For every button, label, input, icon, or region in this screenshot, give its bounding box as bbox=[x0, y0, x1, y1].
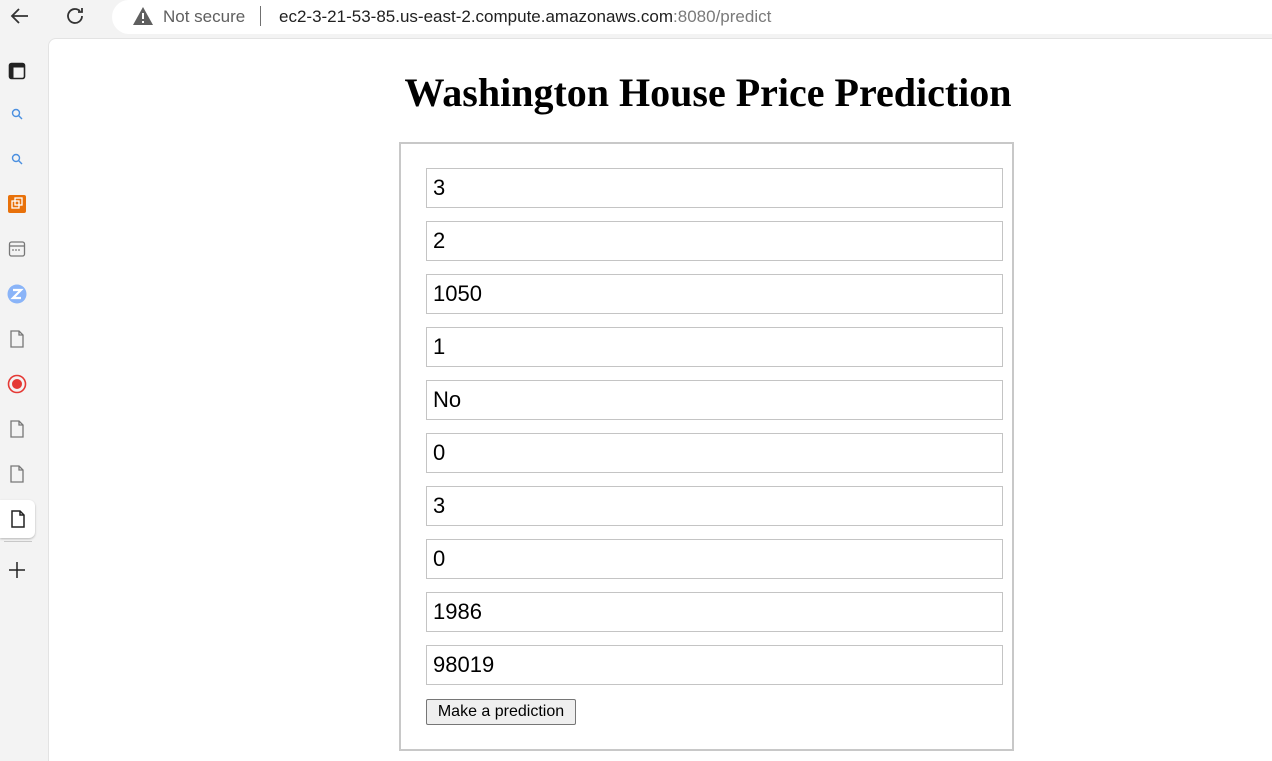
page-icon bbox=[10, 330, 24, 348]
vertical-tabs-sidebar bbox=[0, 38, 48, 761]
back-button[interactable] bbox=[5, 3, 35, 29]
prediction-form: Make a prediction bbox=[399, 142, 1014, 751]
sidebar-divider bbox=[4, 541, 32, 542]
page-title: Washington House Price Prediction bbox=[404, 70, 1012, 115]
sidebar-tab-z-app[interactable] bbox=[0, 275, 34, 313]
sidebar-tab-page-1[interactable] bbox=[0, 320, 34, 358]
record-icon bbox=[7, 374, 27, 394]
url-path: :8080/predict bbox=[673, 7, 772, 26]
page-icon bbox=[10, 510, 25, 528]
input-field-7[interactable] bbox=[426, 486, 1003, 526]
url-text[interactable]: ec2-3-21-53-85.us-east-2.compute.amazona… bbox=[279, 7, 771, 27]
url-host: ec2-3-21-53-85.us-east-2.compute.amazona… bbox=[279, 7, 674, 26]
reload-icon bbox=[67, 8, 83, 24]
sidebar-tab-orange-app[interactable] bbox=[0, 185, 34, 223]
reload-button[interactable] bbox=[60, 3, 90, 29]
page-content: Washington House Price Prediction Make a… bbox=[48, 38, 1272, 761]
plus-icon bbox=[9, 562, 25, 578]
input-field-10[interactable] bbox=[426, 645, 1003, 685]
new-tab-button[interactable] bbox=[0, 551, 34, 589]
search-icon bbox=[11, 108, 23, 120]
sidebar-tab-search-1[interactable] bbox=[0, 95, 34, 133]
input-field-6[interactable] bbox=[426, 433, 1003, 473]
search-icon bbox=[11, 153, 23, 165]
calendar-window-icon bbox=[8, 241, 26, 257]
warning-icon[interactable] bbox=[132, 6, 154, 26]
tab-actions-button[interactable] bbox=[0, 52, 34, 90]
browser-toolbar: Not secure ec2-3-21-53-85.us-east-2.comp… bbox=[0, 0, 1272, 38]
sidebar-tab-record[interactable] bbox=[0, 365, 34, 403]
sidebar-tab-page-active[interactable] bbox=[0, 500, 35, 538]
arrow-left-icon bbox=[10, 8, 28, 24]
security-label[interactable]: Not secure bbox=[163, 7, 245, 27]
z-app-icon bbox=[7, 284, 27, 304]
app-orange-icon bbox=[8, 195, 26, 213]
address-bar[interactable]: Not secure ec2-3-21-53-85.us-east-2.comp… bbox=[112, 0, 1272, 34]
input-field-2[interactable] bbox=[426, 221, 1003, 261]
make-prediction-button[interactable]: Make a prediction bbox=[426, 699, 576, 725]
sidebar-tab-page-2[interactable] bbox=[0, 410, 34, 448]
sidebar-tab-search-2[interactable] bbox=[0, 140, 34, 178]
sidebar-tab-page-3[interactable] bbox=[0, 455, 34, 493]
input-field-3[interactable] bbox=[426, 274, 1003, 314]
page-icon bbox=[10, 420, 24, 438]
page-icon bbox=[10, 465, 24, 483]
sidebar-tab-calendar[interactable] bbox=[0, 230, 34, 268]
input-field-1[interactable] bbox=[426, 168, 1003, 208]
input-field-8[interactable] bbox=[426, 539, 1003, 579]
input-field-5[interactable] bbox=[426, 380, 1003, 420]
input-field-4[interactable] bbox=[426, 327, 1003, 367]
input-field-9[interactable] bbox=[426, 592, 1003, 632]
address-divider bbox=[260, 6, 261, 26]
tab-strip-icon bbox=[8, 62, 26, 80]
